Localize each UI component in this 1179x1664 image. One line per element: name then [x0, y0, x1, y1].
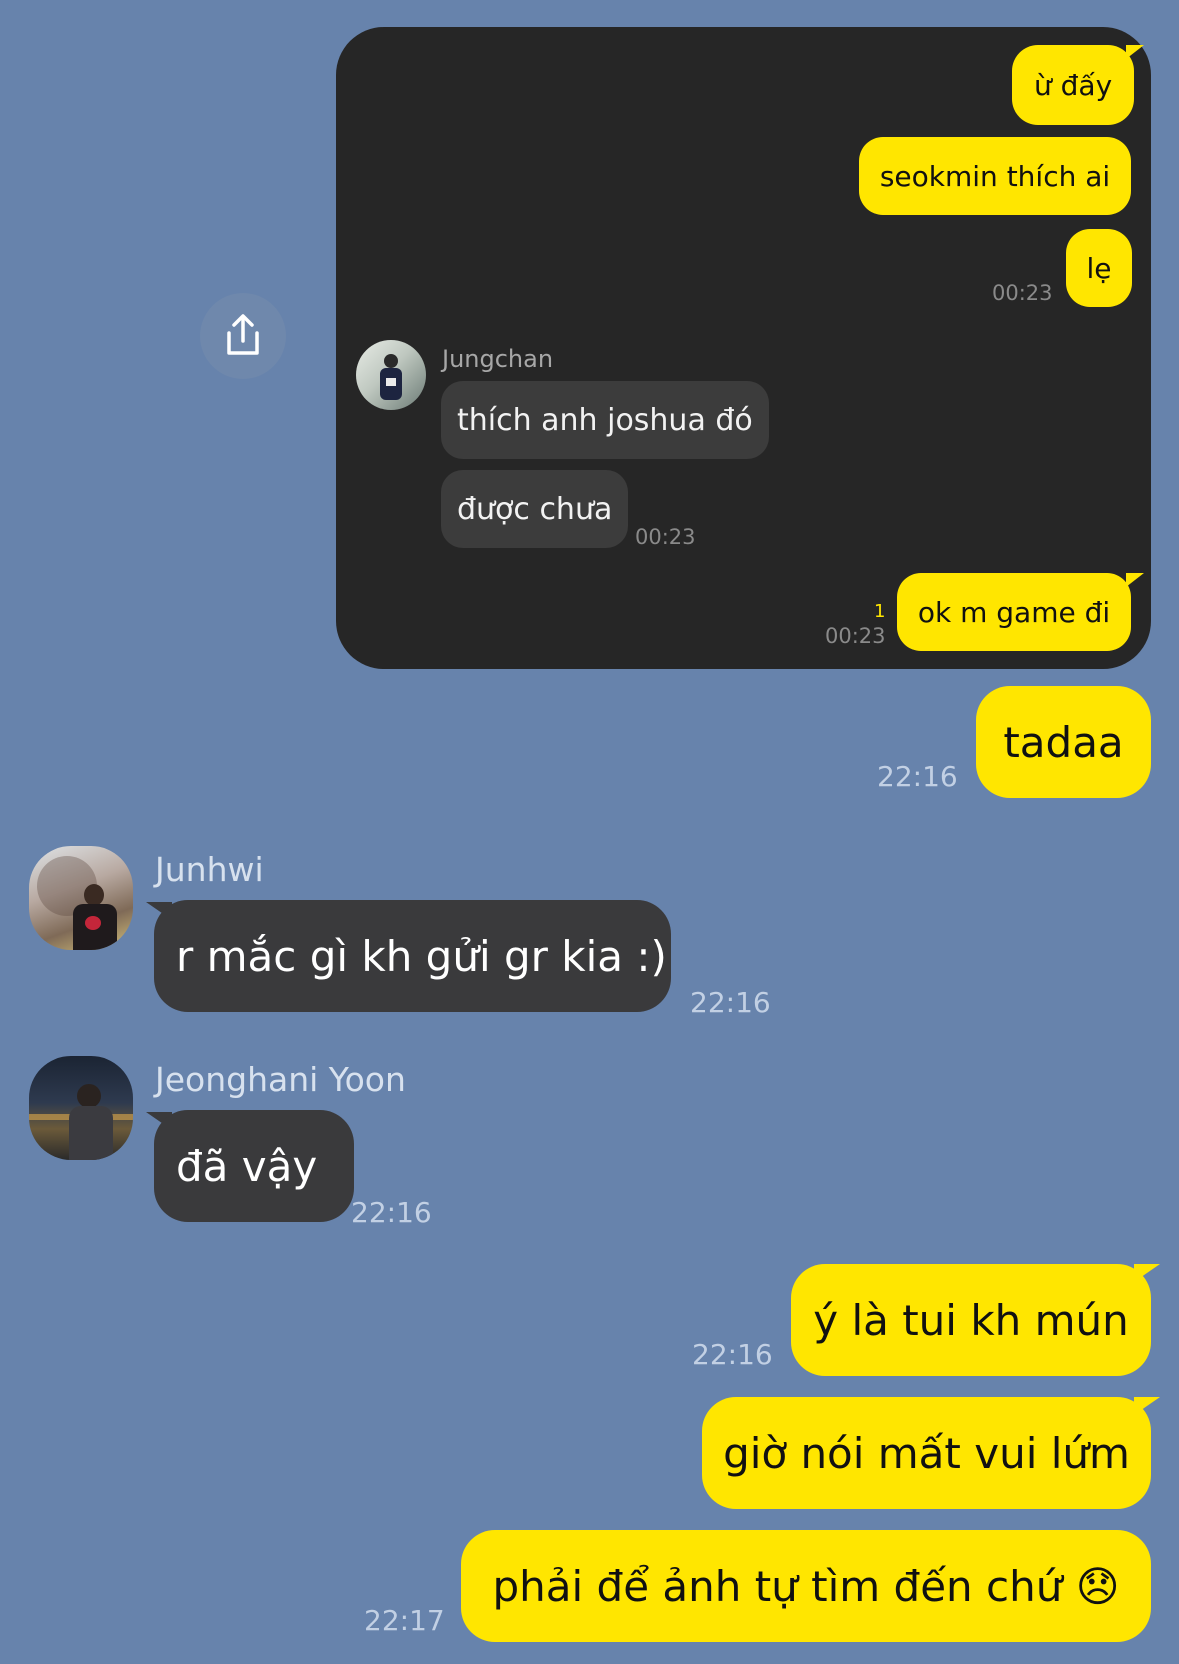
message-text: ý là tui kh mún	[813, 1295, 1129, 1345]
message-text: r mắc gì kh gửi gr kia :)	[176, 931, 667, 981]
message-text: ừ đấy	[1034, 68, 1113, 102]
bubble-tail	[1126, 573, 1144, 587]
message-text: seokmin thích ai	[879, 159, 1111, 193]
sent-message: giờ nói mất vui lứm	[702, 1397, 1151, 1509]
received-message: được chưa	[441, 470, 629, 548]
share-button[interactable]	[200, 293, 286, 379]
message-text: đã vậy	[176, 1141, 318, 1191]
avatar-jeonghan	[29, 1056, 133, 1160]
sent-message: seokmin thích ai	[859, 137, 1131, 215]
received-message: đã vậy	[154, 1110, 354, 1222]
message-text: giờ nói mất vui lứm	[723, 1428, 1130, 1478]
timestamp: 00:23	[992, 281, 1053, 305]
sent-message: ok m game đi	[897, 573, 1131, 651]
bubble-tail	[1134, 1264, 1160, 1282]
timestamp: 22:17	[364, 1604, 445, 1637]
sent-message: lẹ	[1066, 229, 1132, 307]
message-text: tadaa	[1003, 717, 1124, 767]
timestamp: 22:16	[351, 1196, 432, 1229]
bubble-tail	[1126, 45, 1144, 59]
sent-message: ừ đấy	[1012, 45, 1135, 125]
avatar-jungchan	[356, 340, 426, 410]
sent-message: phải để ảnh tự tìm đến chứ 😞	[461, 1530, 1151, 1642]
timestamp: 22:16	[690, 986, 771, 1019]
timestamp: 00:23	[825, 624, 886, 648]
received-message: thích anh joshua đó	[441, 381, 769, 459]
timestamp: 00:23	[635, 525, 696, 549]
unread-count: 1	[874, 601, 886, 622]
message-text: lẹ	[1086, 251, 1112, 285]
shared-screenshot[interactable]: ừ đấy seokmin thích ai lẹ 00:23 Jungchan…	[336, 27, 1151, 669]
message-text: được chưa	[457, 491, 613, 527]
message-text: phải để ảnh tự tìm đến chứ 😞	[492, 1561, 1120, 1611]
timestamp: 22:16	[692, 1338, 773, 1371]
message-text: ok m game đi	[917, 595, 1111, 629]
received-message: r mắc gì kh gửi gr kia :)	[154, 900, 671, 1012]
bubble-tail	[1134, 1397, 1160, 1415]
sent-message: ý là tui kh mún	[791, 1264, 1151, 1376]
sender-name: Jeonghani Yoon	[155, 1060, 406, 1099]
avatar-junhwi	[29, 846, 133, 950]
sender-name: Junhwi	[155, 850, 264, 889]
sender-name: Jungchan	[442, 345, 554, 373]
timestamp: 22:16	[877, 760, 958, 793]
share-icon	[227, 314, 259, 355]
message-text: thích anh joshua đó	[457, 402, 753, 438]
sent-message: tadaa	[976, 686, 1151, 798]
